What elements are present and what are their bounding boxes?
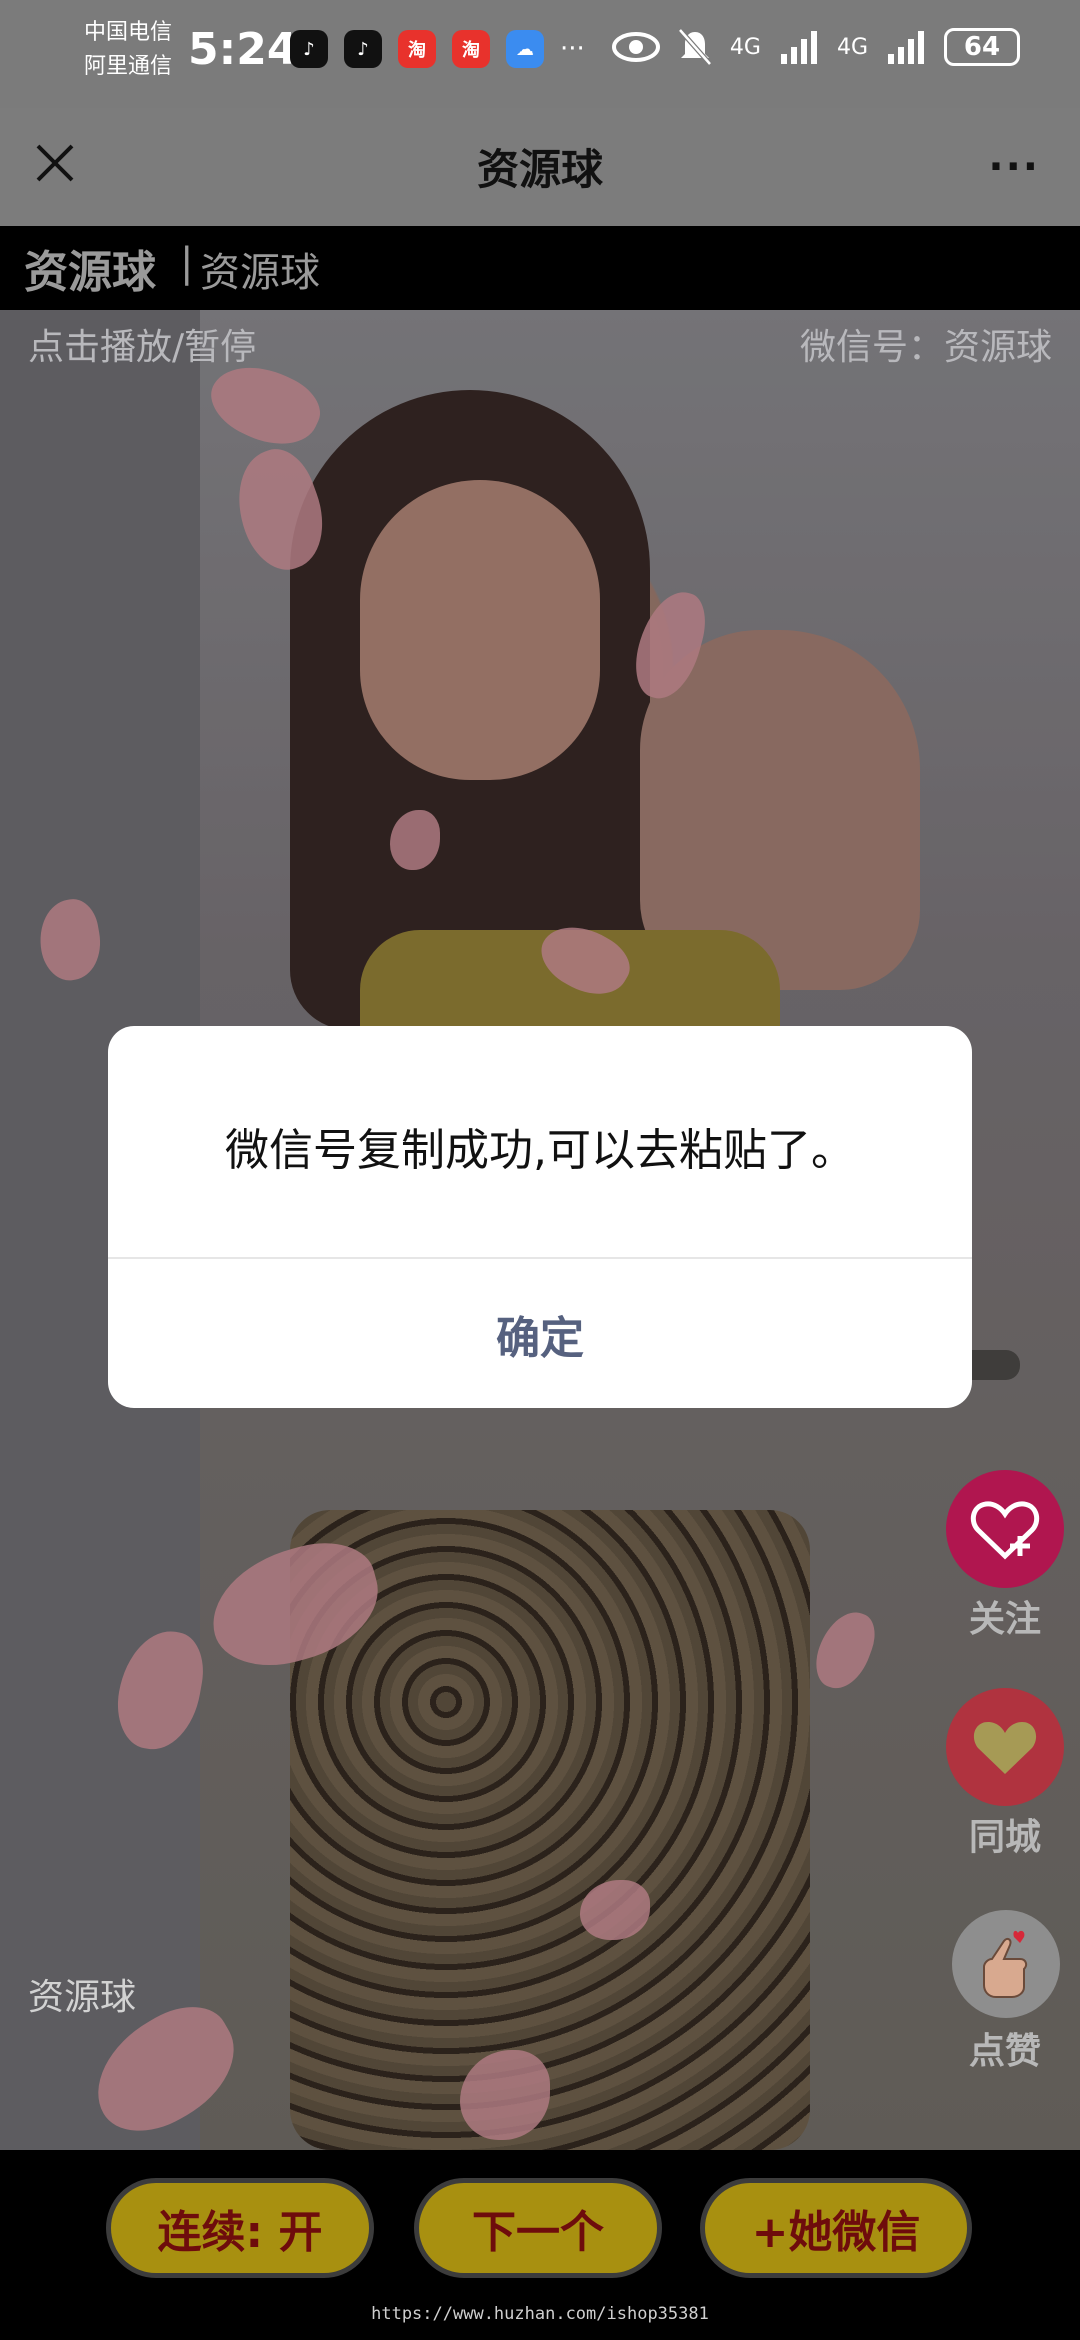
more-notifications-icon: ··· [560,34,585,64]
more-menu-icon[interactable]: ··· [988,144,1040,190]
uploader-name: 资源球 [28,1977,137,2018]
nav-bar: 资源球 ··· [0,108,1080,226]
channel-header: 资源球 | 资源球 [0,226,1080,310]
signal-icon [780,31,817,64]
follow-button[interactable] [946,1470,1064,1588]
dialog-divider [108,1257,972,1259]
page-title: 资源球 [476,145,603,194]
cloud-icon: ☁ [506,30,544,68]
next-button[interactable]: 下一个 [414,2178,662,2278]
same-city-label: 同城 [968,1817,1041,1858]
confirm-button[interactable]: 确定 [108,1302,972,1366]
eye-icon [611,32,660,62]
copy-success-dialog: 微信号复制成功,可以去粘贴了。 确定 [108,1026,972,1408]
network-type-1: 4G [729,34,761,60]
douyin-icon: ♪ [290,30,328,68]
bottom-action-bar: 连续: 开 下一个 +她微信 https://www.huzhan.com/is… [0,2150,1080,2340]
add-wechat-button[interactable]: +她微信 [700,2178,972,2278]
status-bar: 中国电信 阿里通信 5:24 ♪ ♪ 淘 淘 ☁ ··· 4G 4G 64 [0,0,1080,108]
heart-icon [973,1722,1037,1774]
battery-icon: 64 [944,28,1020,66]
like-button[interactable] [952,1910,1060,2018]
carrier-info: 中国电信 阿里通信 [84,16,172,84]
heart-plus-icon [970,1501,1040,1560]
header-separator: | [180,240,194,286]
douyin-icon: ♪ [344,30,382,68]
system-icons: 4G 4G 64 [611,28,1020,66]
channel-brand: 资源球 [24,247,156,298]
source-url: https://www.huzhan.com/ishop35381 [371,2304,709,2324]
notification-icons: ♪ ♪ 淘 淘 ☁ ··· [290,30,585,68]
signal-icon [888,31,924,64]
dialog-message: 微信号复制成功,可以去粘贴了。 [225,1125,855,1176]
channel-subtitle: 资源球 [200,250,320,296]
mute-bell-icon [678,28,712,66]
network-type-2: 4G [836,34,868,60]
carrier-1: 中国电信 [84,20,173,45]
like-label: 点赞 [968,2031,1041,2072]
follow-label: 关注 [968,1599,1041,1640]
same-city-button[interactable] [946,1688,1064,1806]
carrier-2: 阿里通信 [84,54,173,79]
continuous-play-button[interactable]: 连续: 开 [106,2178,374,2278]
wechat-id-label[interactable]: 微信号：资源球 [800,318,1052,370]
play-pause-hint[interactable]: 点击播放/暂停 [28,318,256,370]
status-time: 5:24 [188,24,298,75]
taobao-icon: 淘 [398,30,436,68]
taobao-icon: 淘 [452,30,490,68]
finger-heart-icon [983,1930,1028,1998]
